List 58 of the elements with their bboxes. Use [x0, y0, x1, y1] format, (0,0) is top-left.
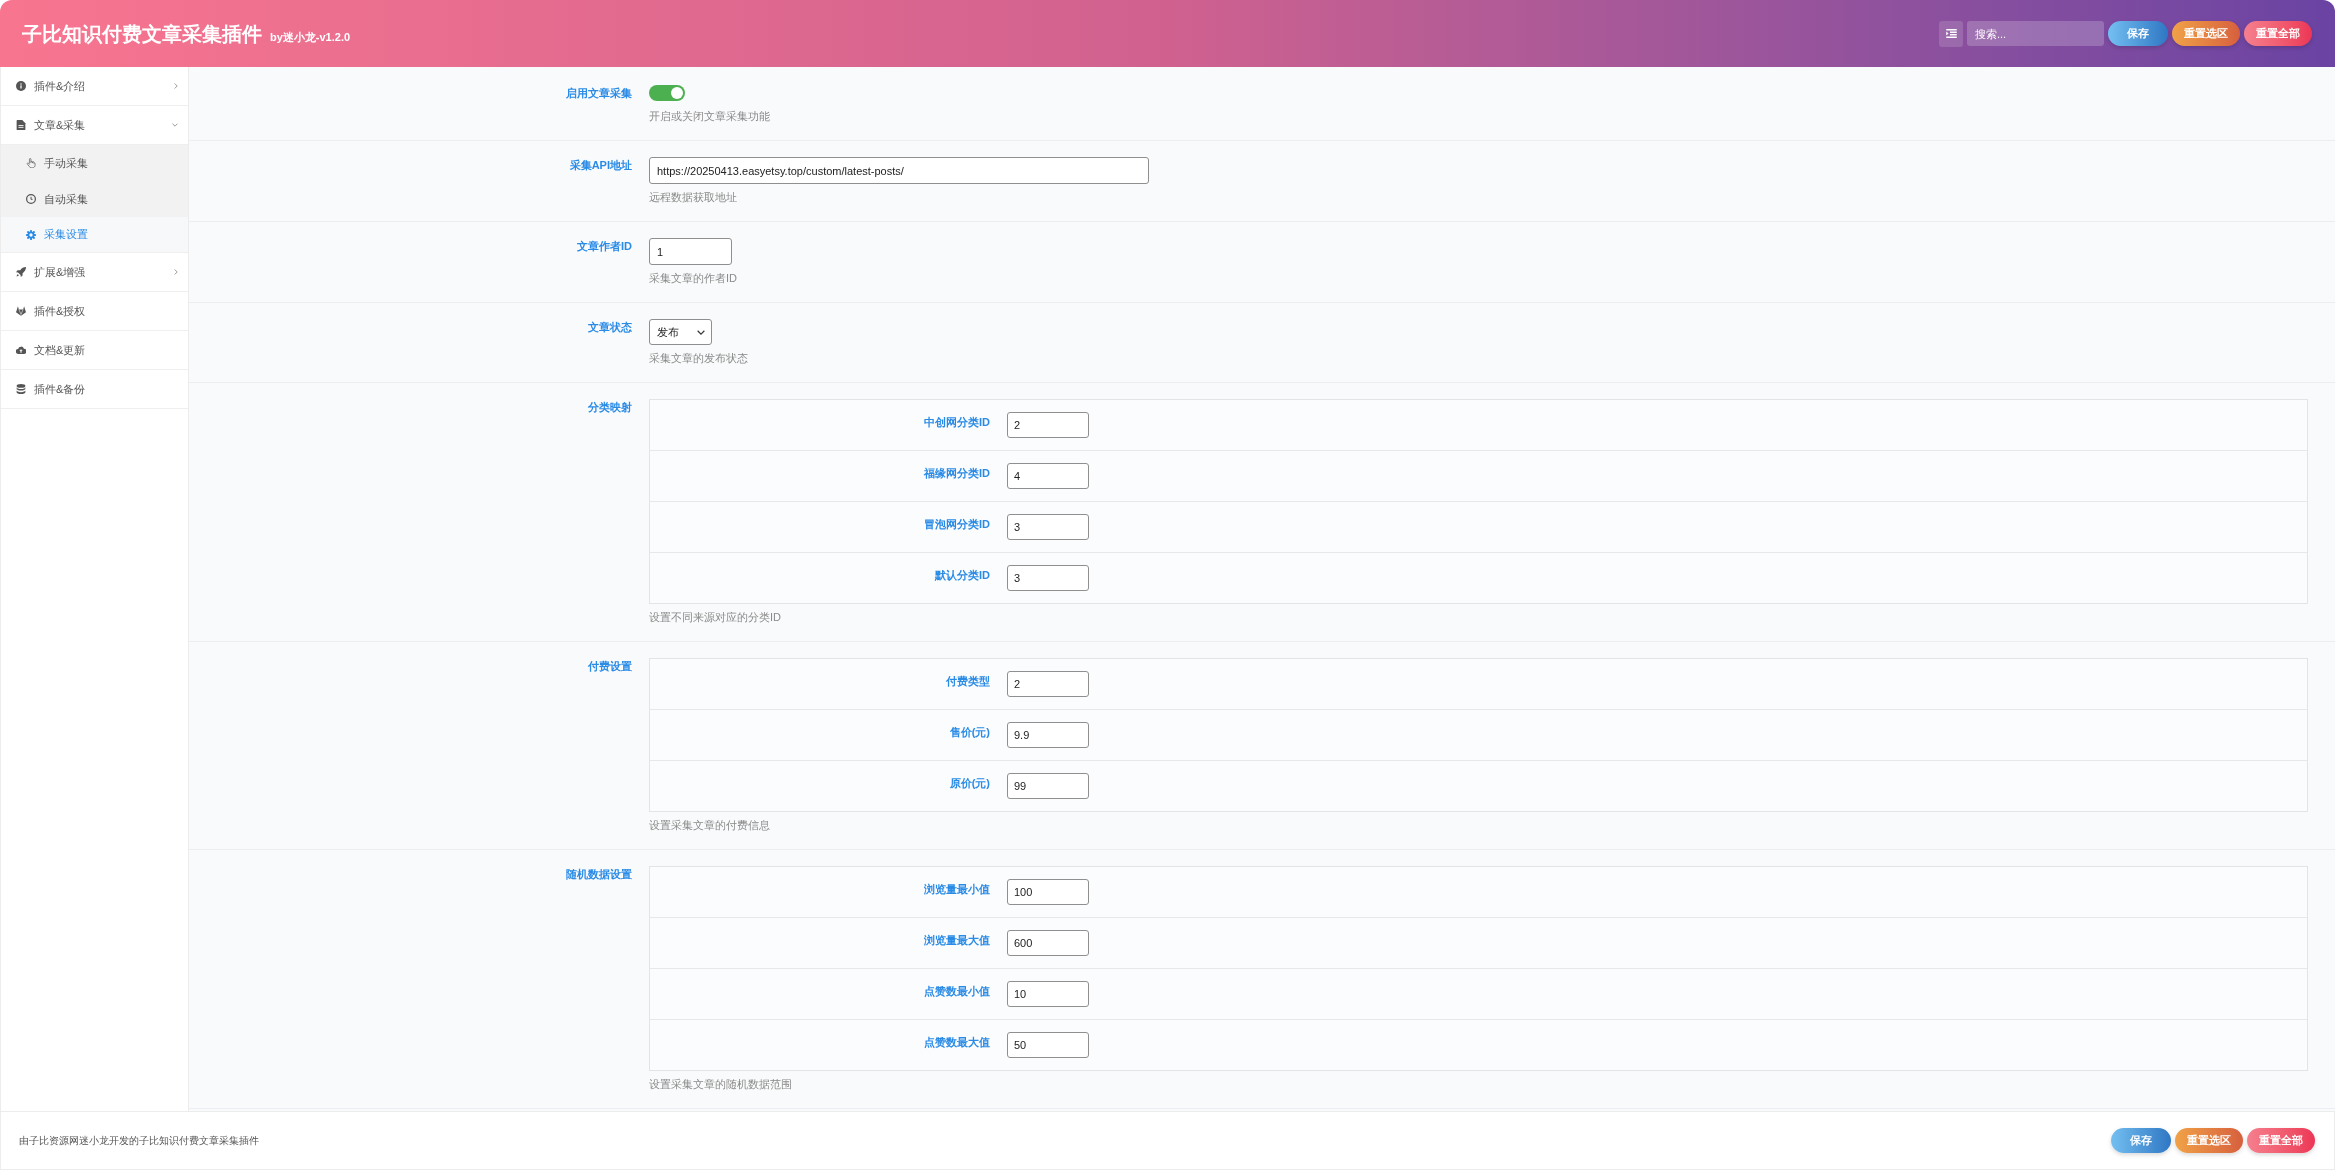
version-label: by迷小龙-v1.2.0 [270, 29, 351, 45]
sidebar-subitem[interactable]: 自动采集 [1, 181, 188, 217]
input-field[interactable]: 9.9 [1007, 722, 1089, 748]
toggle-switch[interactable] [649, 85, 685, 101]
field-label: 分类映射 [588, 400, 632, 415]
input-field[interactable]: 1 [649, 238, 732, 265]
field-label: 冒泡网分类ID [924, 517, 990, 532]
input-field[interactable]: 2 [1007, 412, 1089, 438]
input-field[interactable]: 100 [1007, 879, 1089, 905]
input-field[interactable]: 2 [1007, 671, 1089, 697]
cloud-upload-icon [16, 345, 26, 355]
chevron-down-icon [697, 329, 705, 335]
field-label: 原价(元) [949, 776, 990, 791]
input-field[interactable]: 50 [1007, 1032, 1089, 1058]
field-label: 浏览量最小值 [924, 882, 990, 897]
app-title: 子比知识付费文章采集插件 [22, 21, 262, 47]
input-field[interactable]: 99 [1007, 773, 1089, 799]
field-label: 售价(元) [949, 725, 990, 740]
input-field[interactable]: 3 [1007, 565, 1089, 591]
field-description: 开启或关闭文章采集功能 [649, 109, 770, 123]
fox-head-icon [16, 306, 26, 316]
indent-icon [1945, 29, 1957, 38]
select-field[interactable]: 发布 [649, 319, 712, 345]
input-field[interactable]: 3 [1007, 514, 1089, 540]
database-icon [16, 384, 26, 394]
field-description: 远程数据获取地址 [649, 190, 737, 204]
document-icon [16, 120, 26, 130]
settings-icon [26, 229, 36, 240]
clock-icon [26, 194, 36, 204]
field-description: 设置采集文章的付费信息 [649, 818, 770, 832]
field-label: 采集API地址 [569, 158, 632, 173]
input-field[interactable]: 600 [1007, 930, 1089, 956]
footer-credit: 由子比资源网迷小龙开发的子比知识付费文章采集插件 [19, 1134, 259, 1148]
field-description: 采集文章的发布状态 [649, 351, 748, 365]
field-label: 随机数据设置 [566, 867, 632, 882]
rocket-icon [16, 267, 26, 277]
input-field[interactable]: https://20250413.easyetsy.top/custom/latest-posts/ [649, 157, 1149, 184]
field-label: 中创网分类ID [924, 415, 990, 430]
input-field[interactable]: 4 [1007, 463, 1089, 489]
list-toggle-button[interactable] [1939, 20, 1963, 47]
sidebar-subitem[interactable]: 采集设置 [1, 217, 188, 253]
sidebar-subitem[interactable]: 手动采集 [1, 145, 188, 181]
field-description: 设置不同来源对应的分类ID [649, 610, 781, 624]
input-field[interactable]: 10 [1007, 981, 1089, 1007]
field-label: 文章作者ID [577, 239, 632, 254]
field-label: 启用文章采集 [566, 86, 632, 101]
field-label: 文章状态 [588, 320, 632, 335]
field-label: 点赞数最大值 [924, 1035, 990, 1050]
field-label: 浏览量最大值 [924, 933, 990, 948]
field-label: 付费类型 [946, 674, 990, 689]
hand-pointer-icon [26, 158, 36, 168]
field-description: 设置采集文章的随机数据范围 [649, 1077, 792, 1091]
field-label: 福缘网分类ID [924, 466, 990, 481]
field-label: 付费设置 [588, 659, 632, 674]
field-label: 点赞数最小值 [924, 984, 990, 999]
field-label: 默认分类ID [935, 568, 990, 583]
info-icon [16, 81, 26, 91]
field-description: 采集文章的作者ID [649, 271, 737, 285]
